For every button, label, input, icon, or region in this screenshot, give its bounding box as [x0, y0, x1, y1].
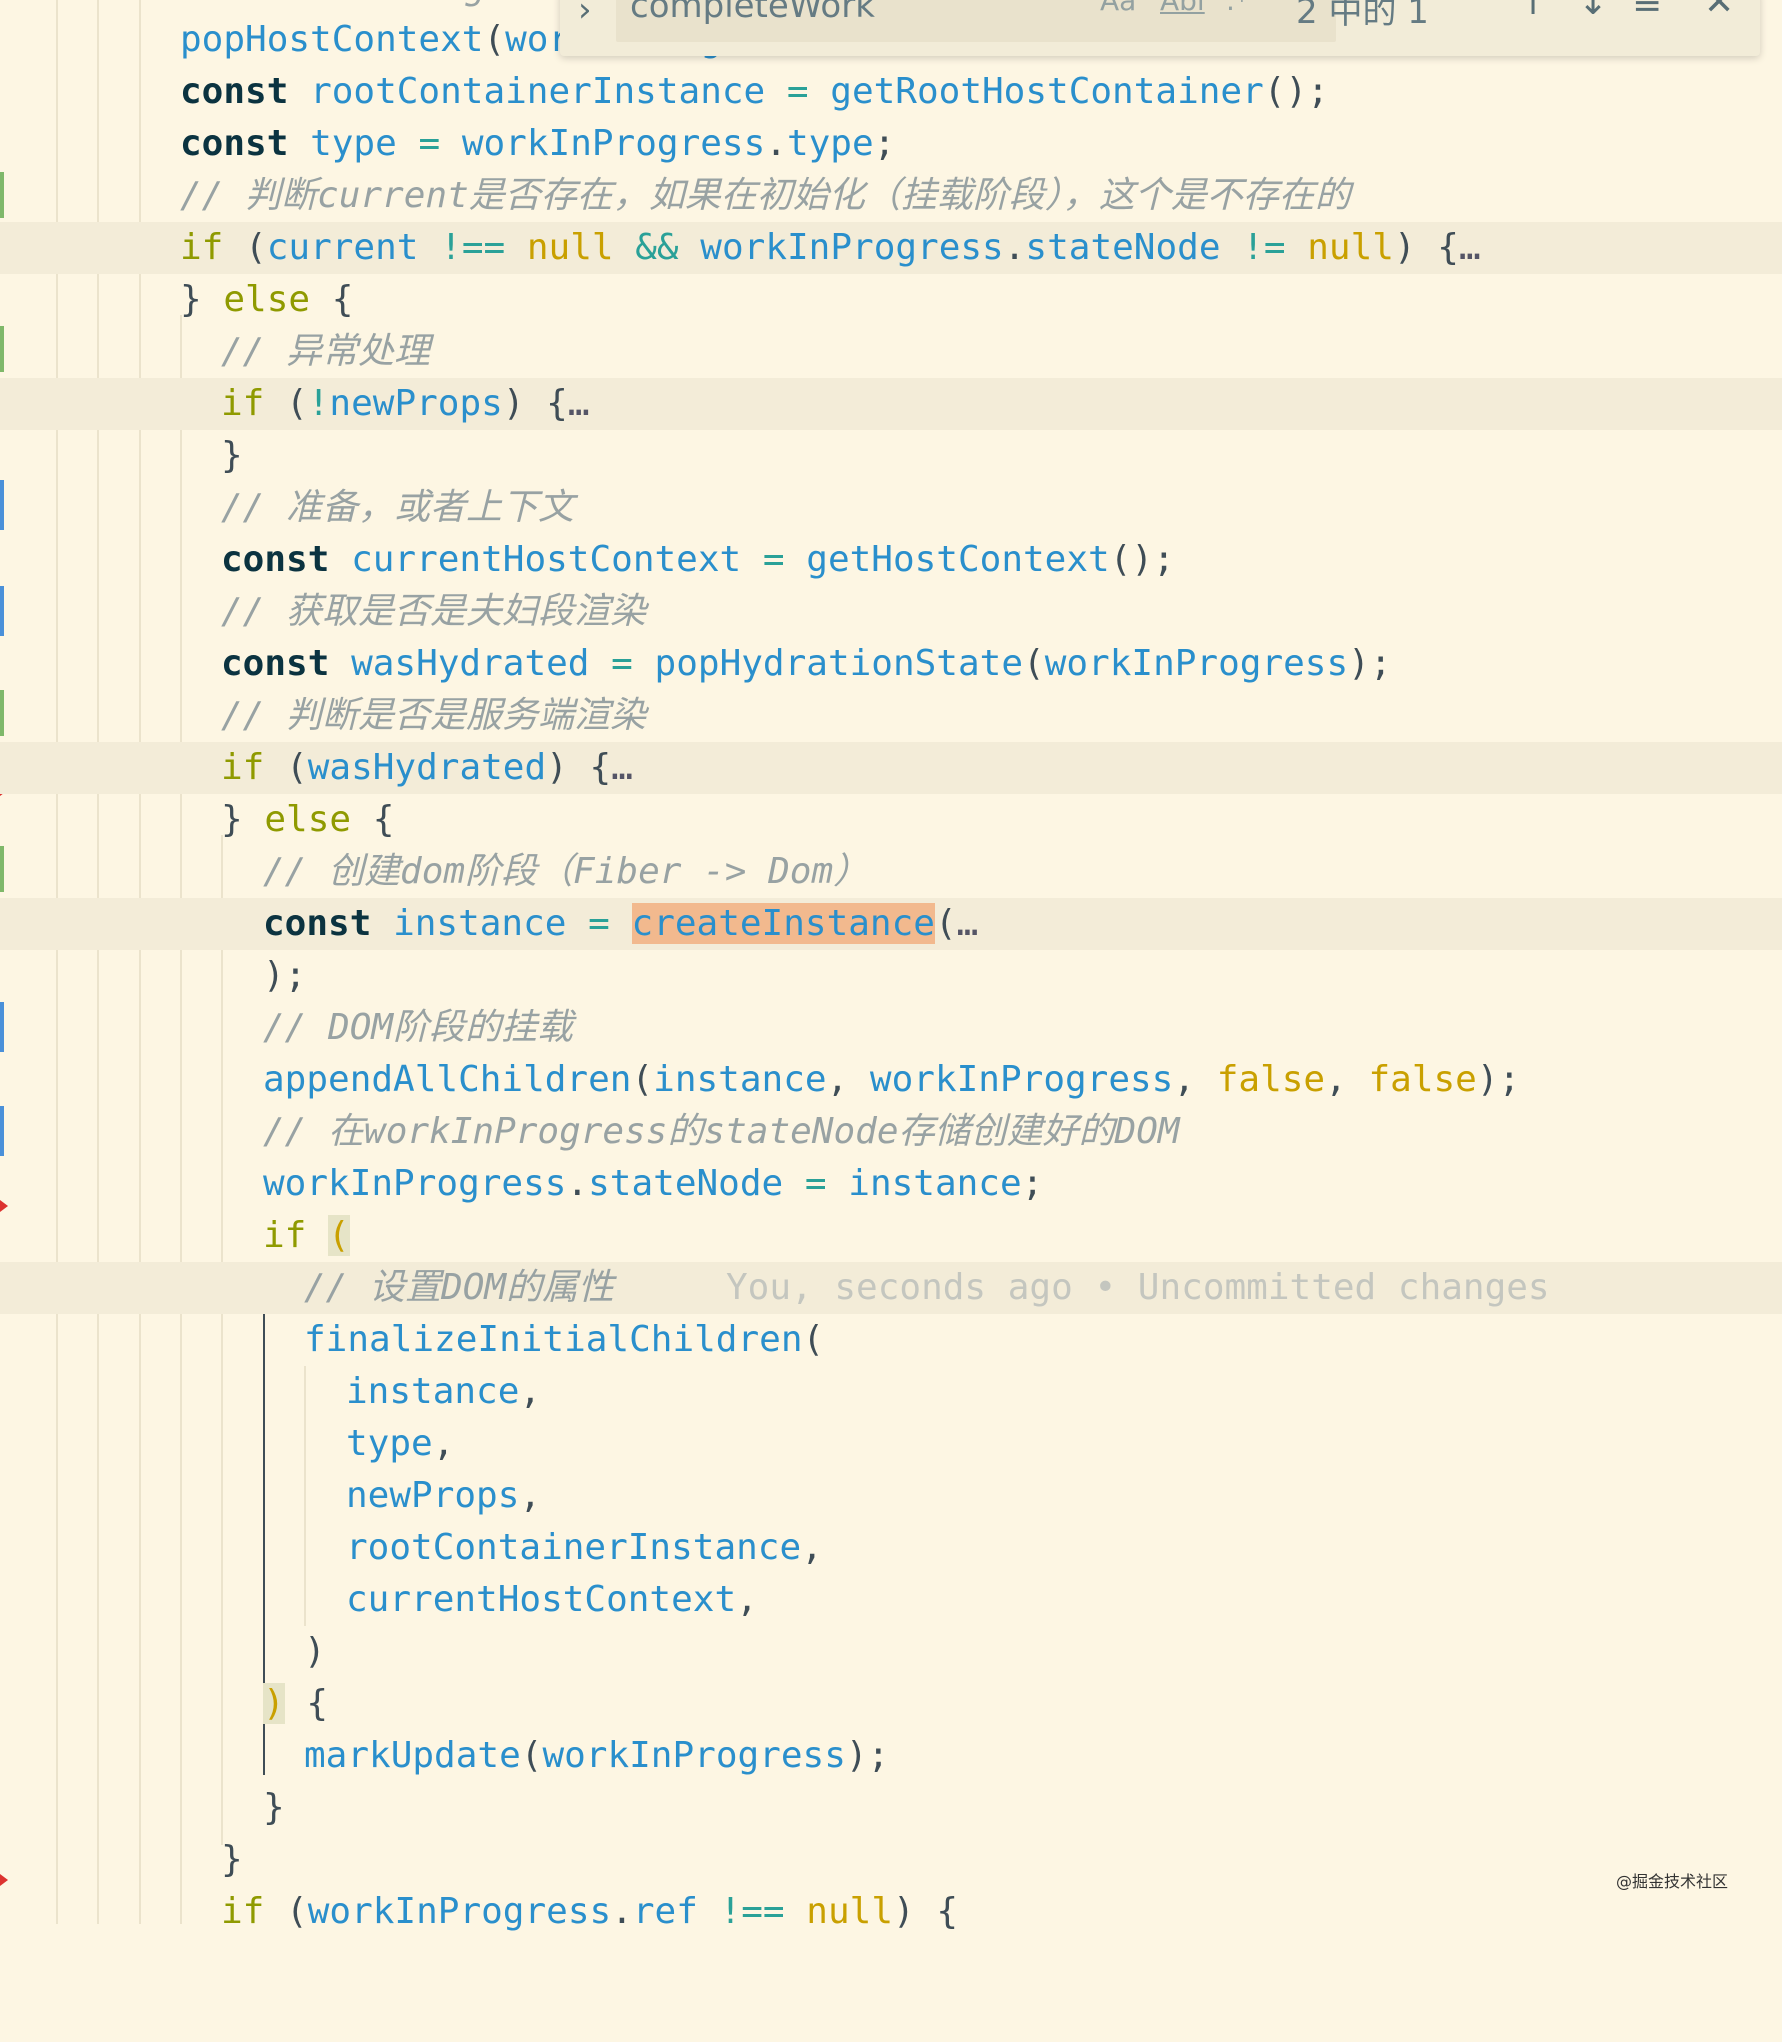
code-text: const instance = createInstance(… — [263, 903, 979, 944]
search-match-highlight: createInstance — [631, 903, 935, 944]
code-line[interactable]: } — [0, 430, 1782, 482]
code-line[interactable]: // 获取是否是夫妇段渲染 — [0, 586, 1782, 638]
close-icon[interactable]: ✕ — [1704, 0, 1734, 23]
code-line[interactable]: markUpdate(workInProgress); — [0, 1730, 1782, 1782]
code-line[interactable]: workInProgress.stateNode = instance; — [0, 1158, 1782, 1210]
matching-bracket: ( — [328, 1215, 350, 1256]
match-count: 2 中的 1 — [1296, 0, 1429, 32]
code-text: if (workInProgress.ref !== null) { — [221, 1891, 959, 1932]
code-text: instance, — [346, 1371, 542, 1412]
code-editor[interactable]: › › › › const workInProgress popHostCont… — [0, 0, 1782, 1932]
code-text: workInProgress.stateNode = instance; — [263, 1163, 1044, 1204]
code-line-folded[interactable]: if (wasHydrated) {… — [0, 742, 1782, 794]
code-text: type, — [346, 1423, 455, 1464]
code-line[interactable]: currentHostContext, — [0, 1574, 1782, 1626]
code-line-folded[interactable]: if (!newProps) {… — [0, 378, 1782, 430]
code-line[interactable]: } — [0, 1834, 1782, 1886]
find-widget: › completeWork Aa Abl .* 2 中的 1 ↑ ↓ ≡ ✕ — [560, 0, 1760, 56]
code-text: if (current !== null && workInProgress.s… — [180, 227, 1481, 268]
code-text: const currentHostContext = getHostContex… — [221, 539, 1175, 580]
code-text: currentHostContext, — [346, 1579, 758, 1620]
code-text: newProps, — [346, 1475, 542, 1516]
code-line[interactable]: const rootContainerInstance = getRootHos… — [0, 66, 1782, 118]
watermark: @掘金技术社区 — [1616, 1872, 1729, 1891]
match-case-button[interactable]: Aa — [1100, 0, 1136, 17]
code-line[interactable]: finalizeInitialChildren( — [0, 1314, 1782, 1366]
code-text: if (wasHydrated) {… — [221, 747, 633, 788]
code-text: ) — [304, 1631, 326, 1672]
code-text: const type = workInProgress.type; — [180, 123, 896, 164]
code-line-folded[interactable]: if (current !== null && workInProgress.s… — [0, 222, 1782, 274]
code-comment: // 准备，或者上下文 — [221, 487, 575, 528]
regex-button[interactable]: .* — [1226, 0, 1249, 17]
code-line[interactable]: if (workInProgress.ref !== null) { — [0, 1886, 1782, 1938]
next-match-icon[interactable]: ↓ — [1578, 0, 1608, 23]
code-text: finalizeInitialChildren( — [304, 1319, 825, 1360]
code-text: appendAllChildren(instance, workInProgre… — [263, 1059, 1521, 1100]
code-line[interactable]: // 在workInProgress的stateNode存储创建好的DOM — [0, 1106, 1782, 1158]
find-in-selection-icon[interactable]: ≡ — [1632, 0, 1662, 23]
code-line[interactable]: } else { — [0, 794, 1782, 846]
code-line[interactable]: appendAllChildren(instance, workInProgre… — [0, 1054, 1782, 1106]
code-comment: // 在workInProgress的stateNode存储创建好的DOM — [263, 1111, 1180, 1152]
code-line-folded[interactable]: const instance = createInstance(… — [0, 898, 1782, 950]
folded-ellipsis: … — [956, 903, 979, 944]
code-line[interactable]: // 异常处理 — [0, 326, 1782, 378]
code-line[interactable]: ) — [0, 1626, 1782, 1678]
code-line[interactable]: const type = workInProgress.type; — [0, 118, 1782, 170]
find-query: completeWork — [630, 0, 875, 26]
folded-ellipsis: … — [1458, 227, 1481, 268]
code-line[interactable]: type, — [0, 1418, 1782, 1470]
code-line[interactable]: if ( — [0, 1210, 1782, 1262]
code-text: markUpdate(workInProgress); — [304, 1735, 890, 1776]
whole-word-button[interactable]: Abl — [1160, 0, 1205, 17]
code-line[interactable]: // 准备，或者上下文 — [0, 482, 1782, 534]
code-text: } else { — [180, 279, 354, 320]
git-blame-annotation: You, seconds ago • Uncommitted changes — [726, 1267, 1550, 1308]
code-line[interactable]: // 判断是否是服务端渲染 — [0, 690, 1782, 742]
code-text: ) { — [263, 1683, 329, 1724]
code-comment: // 异常处理 — [221, 331, 431, 372]
previous-match-icon[interactable]: ↑ — [1518, 0, 1548, 23]
code-line[interactable]: // 判断current是否存在，如果在初始化（挂载阶段），这个是不存在的 — [0, 170, 1782, 222]
code-text: ); — [263, 955, 307, 996]
folded-ellipsis: … — [611, 747, 633, 788]
code-text: rootContainerInstance, — [346, 1527, 823, 1568]
code-line[interactable]: // DOM阶段的挂载 — [0, 1002, 1782, 1054]
code-line[interactable]: const wasHydrated = popHydrationState(wo… — [0, 638, 1782, 690]
code-line[interactable]: instance, — [0, 1366, 1782, 1418]
code-line[interactable]: ) { — [0, 1678, 1782, 1730]
code-line[interactable]: rootContainerInstance, — [0, 1522, 1782, 1574]
code-line[interactable]: ); — [0, 950, 1782, 1002]
matching-bracket: ) — [263, 1683, 285, 1724]
code-comment: // DOM阶段的挂载 — [263, 1007, 574, 1048]
code-text: } — [263, 1787, 285, 1828]
code-comment: // 设置DOM的属性 — [304, 1267, 615, 1308]
code-text: } else { — [221, 799, 395, 840]
code-text: if (!newProps) {… — [221, 383, 590, 424]
code-line[interactable]: const currentHostContext = getHostContex… — [0, 534, 1782, 586]
code-comment: // 判断是否是服务端渲染 — [221, 695, 647, 736]
code-text: const workInProgress — [139, 0, 572, 14]
code-text: const rootContainerInstance = getRootHos… — [180, 71, 1329, 112]
code-line[interactable]: // 创建dom阶段（Fiber -> Dom） — [0, 846, 1782, 898]
code-line[interactable]: newProps, — [0, 1470, 1782, 1522]
code-comment: // 获取是否是夫妇段渲染 — [221, 591, 647, 632]
code-comment: // 创建dom阶段（Fiber -> Dom） — [263, 851, 870, 892]
code-line[interactable]: } — [0, 1782, 1782, 1834]
code-text: } — [221, 1839, 243, 1880]
code-line[interactable]: } else { — [0, 274, 1782, 326]
current-code-line[interactable]: // 设置DOM的属性 You, seconds ago • Uncommitt… — [0, 1262, 1782, 1314]
toggle-replace-icon[interactable]: › — [578, 0, 592, 30]
code-text: if ( — [263, 1215, 350, 1256]
code-comment: // 判断current是否存在，如果在初始化（挂载阶段），这个是不存在的 — [180, 175, 1351, 216]
folded-ellipsis: … — [567, 383, 590, 424]
code-text: const wasHydrated = popHydrationState(wo… — [221, 643, 1392, 684]
code-text: } — [221, 435, 243, 476]
